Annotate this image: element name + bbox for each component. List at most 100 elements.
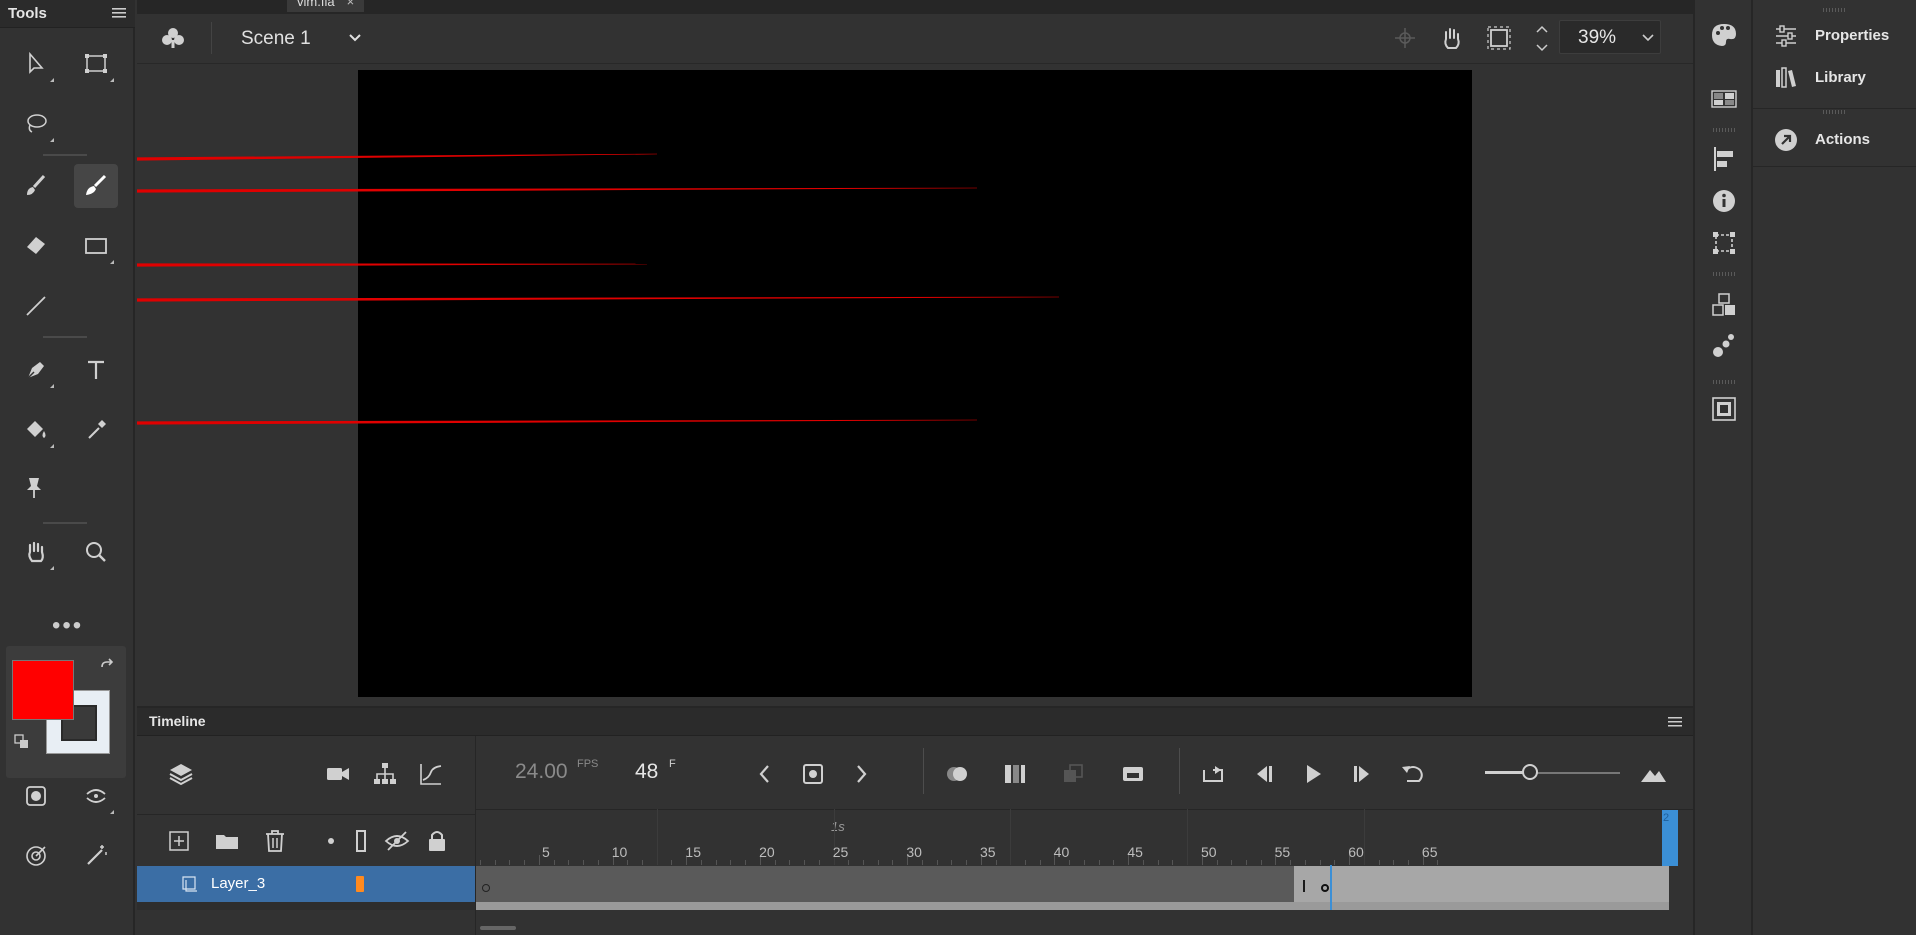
close-tab-icon[interactable]: × (347, 0, 355, 9)
camera-icon[interactable] (324, 760, 352, 788)
brush-stroke[interactable] (137, 153, 657, 161)
rotate-stage-icon[interactable] (1437, 24, 1465, 52)
outline-layer-icon[interactable] (347, 827, 375, 855)
asset-warp-tool[interactable] (12, 466, 56, 510)
create-tween-icon[interactable] (1119, 760, 1147, 788)
onion-skin-icon[interactable] (943, 760, 971, 788)
panel-menu-icon[interactable] (111, 6, 127, 20)
edit-multiple-frames-icon[interactable] (1001, 760, 1029, 788)
brush-stroke[interactable] (137, 419, 977, 425)
layer-row[interactable] (137, 902, 475, 910)
chevron-left-icon[interactable] (751, 760, 779, 788)
highlight-layer-icon[interactable] (317, 827, 345, 855)
panel-grip[interactable] (1823, 8, 1845, 12)
more-tools-button[interactable]: ••• (52, 612, 83, 640)
components-icon[interactable] (1709, 290, 1739, 320)
motion-presets-icon[interactable] (1709, 330, 1739, 360)
lasso-tool[interactable] (14, 102, 58, 146)
camera-tool[interactable] (14, 834, 58, 878)
panel-grip[interactable] (1713, 128, 1735, 132)
zoom-stepper-icon[interactable] (1533, 20, 1551, 56)
chevron-right-icon[interactable] (847, 760, 875, 788)
frame-size-slider-knob[interactable] (1522, 764, 1538, 780)
default-colors-icon[interactable] (14, 734, 30, 750)
free-transform-tool[interactable] (74, 42, 118, 86)
panel-menu-icon[interactable] (1667, 716, 1683, 729)
scene-icon[interactable] (159, 24, 187, 52)
swatches-icon[interactable] (1709, 84, 1739, 114)
rewind-icon[interactable] (1399, 760, 1427, 788)
assets-icon[interactable] (1709, 394, 1739, 424)
ruler-major-tick (656, 809, 658, 865)
library-panel-tab[interactable]: Library (1753, 58, 1916, 98)
panel-grip[interactable] (1823, 110, 1845, 114)
zoom-tool[interactable] (74, 530, 118, 574)
keyframe[interactable] (1321, 884, 1329, 892)
timeline-scrollbar[interactable] (476, 918, 1693, 935)
rectangle-tool[interactable] (74, 224, 118, 268)
width-tool[interactable] (74, 834, 118, 878)
text-tool[interactable] (74, 348, 118, 392)
line-tool[interactable] (14, 284, 58, 328)
loop-icon[interactable] (1199, 760, 1227, 788)
rotation-tool[interactable] (74, 774, 118, 818)
step-forward-icon[interactable] (1349, 760, 1377, 788)
graph-editor-icon[interactable] (417, 760, 445, 788)
scrollbar-thumb[interactable] (480, 926, 516, 930)
document-tab[interactable]: vim.fla × (287, 0, 365, 12)
fill-color-swatch[interactable] (12, 660, 74, 720)
eraser-tool[interactable] (14, 224, 58, 268)
brush-tool[interactable] (74, 164, 118, 208)
trash-icon[interactable] (261, 827, 289, 855)
transform-icon[interactable] (1709, 228, 1739, 258)
frames-row[interactable] (476, 902, 1669, 910)
paint-brush-tool[interactable] (14, 164, 58, 208)
eyedropper-tool[interactable] (74, 408, 118, 452)
frame-ruler[interactable]: 1s 5 10 15 20 25 30 35 40 45 50 55 60 65 2 (476, 809, 1693, 866)
pen-tool[interactable] (14, 348, 58, 392)
frame-copy-icon[interactable] (1059, 760, 1087, 788)
current-frame-value[interactable]: 48 (635, 760, 658, 784)
step-back-icon[interactable] (1249, 760, 1277, 788)
info-icon[interactable] (1709, 186, 1739, 216)
ruler-tick-label: 45 (1127, 844, 1143, 860)
fps-value[interactable]: 24.00 (515, 760, 568, 784)
add-layer-icon[interactable] (165, 827, 193, 855)
layer-color-swatch[interactable] (356, 876, 364, 892)
color-palette-icon[interactable] (1709, 20, 1739, 50)
hide-layer-icon[interactable] (383, 827, 411, 855)
brush-stroke[interactable] (137, 187, 977, 193)
paint-bucket-tool[interactable] (14, 408, 58, 452)
brush-stroke[interactable] (137, 263, 647, 267)
play-icon[interactable] (1299, 760, 1327, 788)
object-drawing-tool[interactable] (14, 774, 58, 818)
frames-row[interactable] (476, 866, 1669, 902)
properties-panel-tab[interactable]: Properties (1753, 16, 1916, 56)
empty-keyframe[interactable] (482, 884, 490, 892)
snap-center-icon[interactable] (1391, 24, 1419, 52)
swap-colors-icon[interactable] (98, 658, 116, 676)
lock-icon[interactable] (423, 827, 451, 855)
playhead-label: 2 (1663, 812, 1670, 824)
panel-grip[interactable] (1713, 380, 1735, 384)
document-tab-label: vim.fla (297, 0, 335, 9)
scene-selector-label[interactable]: Scene 1 (241, 28, 311, 50)
insert-keyframe-icon[interactable] (799, 760, 827, 788)
chevron-down-icon[interactable] (1640, 29, 1656, 45)
layer-name[interactable]: Layer_3 (211, 875, 265, 892)
hand-tool[interactable] (14, 530, 58, 574)
layers-icon[interactable] (167, 760, 195, 788)
parenting-icon[interactable] (371, 760, 399, 788)
brush-stroke[interactable] (137, 296, 1059, 302)
panel-grip[interactable] (1713, 272, 1735, 276)
selection-tool[interactable] (14, 42, 58, 86)
actions-panel-tab[interactable]: Actions (1753, 120, 1916, 160)
mountains-icon[interactable] (1639, 760, 1667, 788)
pasteboard[interactable] (137, 65, 1693, 706)
layer-row[interactable]: Layer_3 (137, 866, 475, 902)
folder-icon[interactable] (213, 827, 241, 855)
align-icon[interactable] (1709, 144, 1739, 174)
clip-content-icon[interactable] (1485, 24, 1513, 52)
chevron-down-icon[interactable] (347, 30, 363, 46)
zoom-input[interactable]: 39% (1559, 20, 1661, 54)
